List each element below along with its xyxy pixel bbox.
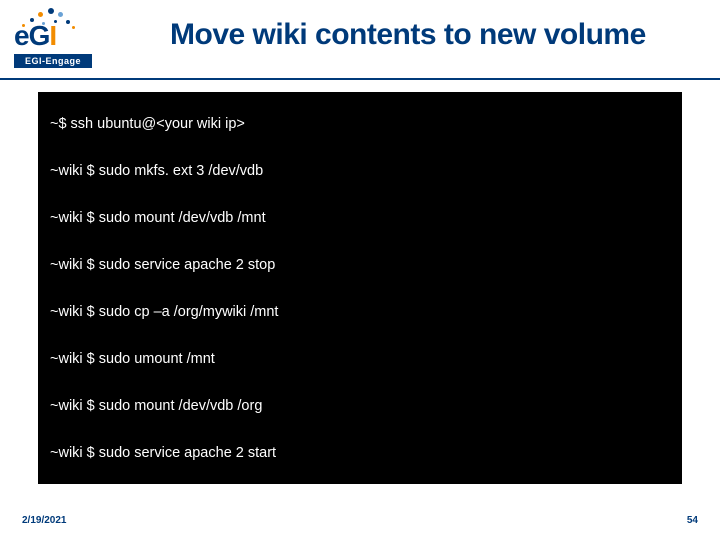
- dot-icon: [66, 20, 70, 24]
- terminal-block: ~$ ssh ubuntu@<your wiki ip> ~wiki $ sud…: [38, 92, 682, 484]
- header-bar: eGI EGI-Engage Move wiki contents to new…: [0, 0, 720, 80]
- footer: 2/19/2021 54: [0, 500, 720, 540]
- footer-date: 2/19/2021: [22, 515, 67, 526]
- terminal-line: ~wiki $ sudo mkfs. ext 3 /dev/vdb: [50, 163, 670, 179]
- logo-text: eGI: [14, 20, 56, 52]
- terminal-line: ~wiki $ sudo mount /dev/vdb /org: [50, 398, 670, 414]
- dot-icon: [48, 8, 54, 14]
- terminal-line: ~wiki $ sudo service apache 2 start: [50, 445, 670, 461]
- dot-icon: [38, 12, 43, 17]
- terminal-line: ~wiki $ sudo mount /dev/vdb /mnt: [50, 210, 670, 226]
- terminal-line: ~$ ssh ubuntu@<your wiki ip>: [50, 116, 670, 132]
- footer-page-number: 54: [687, 515, 698, 526]
- slide-title: Move wiki contents to new volume: [170, 18, 700, 52]
- dot-icon: [58, 12, 63, 17]
- slide: eGI EGI-Engage Move wiki contents to new…: [0, 0, 720, 540]
- dot-icon: [72, 26, 75, 29]
- logo: eGI EGI-Engage: [8, 6, 98, 74]
- terminal-line: ~wiki $ sudo service apache 2 stop: [50, 257, 670, 273]
- logo-engage-label: EGI-Engage: [14, 54, 92, 68]
- terminal-line: ~wiki $ sudo cp –a /org/mywiki /mnt: [50, 304, 670, 320]
- terminal-line: ~wiki $ sudo umount /mnt: [50, 351, 670, 367]
